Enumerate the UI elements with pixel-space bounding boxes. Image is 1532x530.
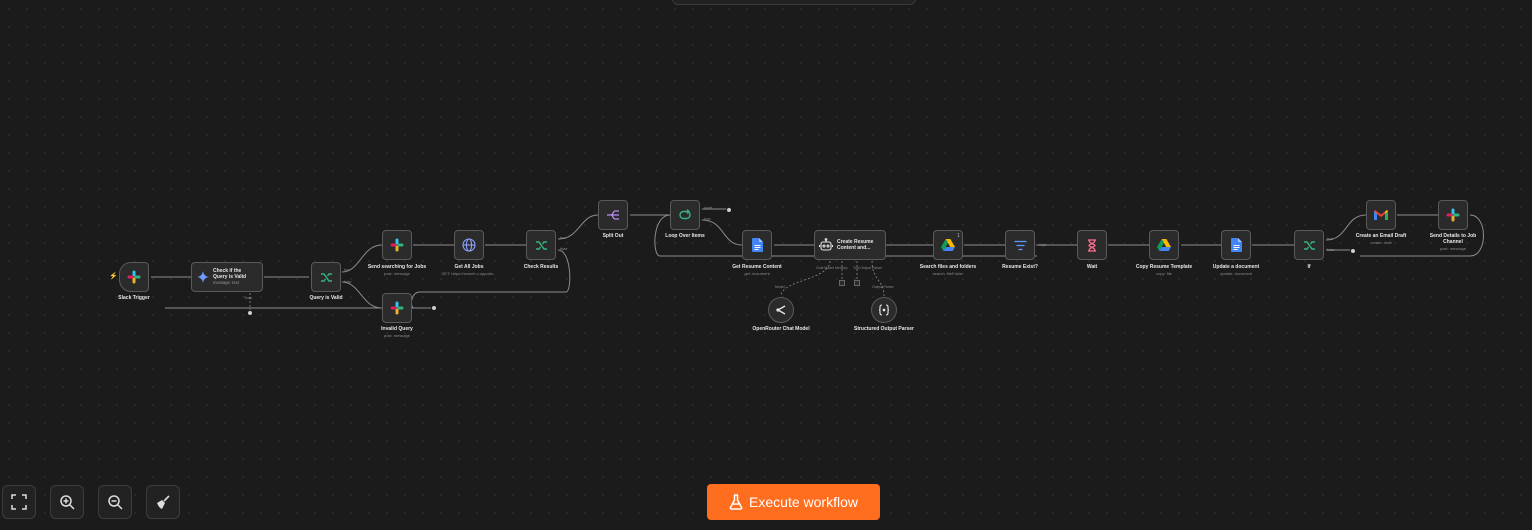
loop-icon [679, 209, 691, 220]
node-label: Invalid Query [381, 326, 413, 332]
node-title: Create Resume Content and... [837, 239, 874, 251]
node-label: Query is Valid [309, 295, 343, 301]
google-docs-icon [1230, 238, 1242, 252]
hourglass-icon [1088, 238, 1096, 252]
node-split-out[interactable] [598, 200, 628, 230]
switch-icon [320, 272, 332, 282]
node-subtitle: update: document [1219, 271, 1253, 276]
google-drive-icon [941, 239, 955, 251]
execute-workflow-button[interactable]: Execute workflow [707, 484, 880, 520]
node-check-results[interactable] [526, 230, 556, 260]
node-send-details-job-channel[interactable] [1438, 200, 1468, 230]
node-label: Send Details to Job Channel [1429, 233, 1477, 245]
switch-icon [535, 240, 547, 250]
execute-workflow-label: Execute workflow [749, 494, 858, 510]
node-update-document[interactable] [1221, 230, 1251, 260]
node-copy-resume-template[interactable] [1149, 230, 1179, 260]
node-subtitle: get: document [744, 271, 770, 276]
port-label: Kept [1039, 243, 1047, 247]
port-label: Output Parser [872, 285, 894, 289]
flask-icon [729, 494, 743, 510]
zoom-in-button[interactable] [50, 485, 84, 519]
port-label: true [1327, 237, 1334, 241]
tidy-up-button[interactable] [146, 485, 180, 519]
node-query-is-valid[interactable] [311, 262, 341, 292]
fit-view-button[interactable] [2, 485, 36, 519]
robot-icon [819, 238, 833, 251]
port-label: Tool Output Parser [853, 266, 883, 270]
trigger-bolt-icon: ⚡ [109, 273, 118, 280]
zoom-in-icon [60, 495, 75, 510]
add-tool-handle[interactable] [247, 310, 253, 316]
google-docs-icon [751, 238, 763, 252]
braces-icon [878, 304, 890, 316]
port-label: true [560, 236, 567, 240]
port-label: Chat Model Memory [816, 266, 848, 270]
node-subtitle: GET: https://search.u.opportu... [441, 271, 497, 276]
node-openrouter-chat-model[interactable] [768, 297, 794, 323]
port-label: false [1327, 248, 1335, 252]
node-structured-output-parser[interactable] [871, 297, 897, 323]
openrouter-icon [776, 305, 786, 315]
node-label: Loop Over Items [665, 233, 705, 239]
switch-icon [1303, 240, 1315, 250]
add-node-handle[interactable] [1350, 248, 1356, 254]
filter-icon [1014, 240, 1026, 250]
node-invalid-query[interactable] [382, 293, 412, 323]
node-title: Check if the Query is Valid [213, 268, 247, 280]
node-label: Create an Email Draft [1355, 233, 1407, 239]
add-memory-handle[interactable] [839, 280, 845, 286]
port-label: done [704, 206, 712, 210]
node-label: Get Resume Content [732, 264, 782, 270]
zoom-out-icon [108, 495, 123, 510]
port-label: false [560, 247, 568, 251]
gemini-icon [197, 271, 209, 283]
slack-icon [1446, 208, 1460, 222]
node-label: Structured Output Parser [853, 326, 914, 332]
broom-icon [157, 495, 170, 509]
add-node-handle[interactable] [726, 207, 732, 213]
node-send-searching[interactable] [382, 230, 412, 260]
google-drive-icon [1157, 239, 1171, 251]
node-subtitle: post: message [1439, 246, 1466, 251]
port-label: true [344, 268, 351, 272]
node-subtitle: search: fileFolder [932, 271, 964, 276]
node-subtitle: post: message [383, 333, 410, 338]
node-label: Check Results [523, 264, 559, 270]
node-check-query-valid[interactable]: Check if the Query is Valid message: text [191, 262, 263, 292]
node-get-resume-content[interactable] [742, 230, 772, 260]
node-get-all-jobs[interactable] [454, 230, 484, 260]
node-wait[interactable] [1077, 230, 1107, 260]
node-if[interactable] [1294, 230, 1324, 260]
node-slack-trigger[interactable] [119, 262, 149, 292]
zoom-out-button[interactable] [98, 485, 132, 519]
node-label: If [1307, 264, 1311, 270]
node-resume-exist[interactable] [1005, 230, 1035, 260]
add-node-handle[interactable] [431, 305, 437, 311]
node-label: OpenRouter Chat Model [752, 326, 810, 332]
port-label: loop [704, 217, 711, 221]
gmail-icon [1374, 209, 1388, 220]
node-subtitle: message: text [213, 280, 239, 285]
port-label: Tools [244, 296, 253, 300]
node-label: Slack Trigger [118, 295, 150, 301]
slack-icon [390, 238, 404, 252]
port-label: false [344, 280, 352, 284]
globe-icon [462, 238, 476, 252]
node-create-email-draft[interactable] [1366, 200, 1396, 230]
split-icon [607, 210, 619, 220]
fit-view-icon [11, 494, 27, 510]
slack-icon [127, 270, 141, 284]
add-tool-handle[interactable] [854, 280, 860, 286]
port-label: Model [775, 285, 785, 289]
node-loop-over-items[interactable] [670, 200, 700, 230]
node-subtitle: create: draft [1370, 240, 1392, 245]
node-badge: 1 [957, 233, 960, 239]
node-create-resume-content[interactable]: Create Resume Content and... [814, 230, 886, 260]
slack-icon [390, 301, 404, 315]
